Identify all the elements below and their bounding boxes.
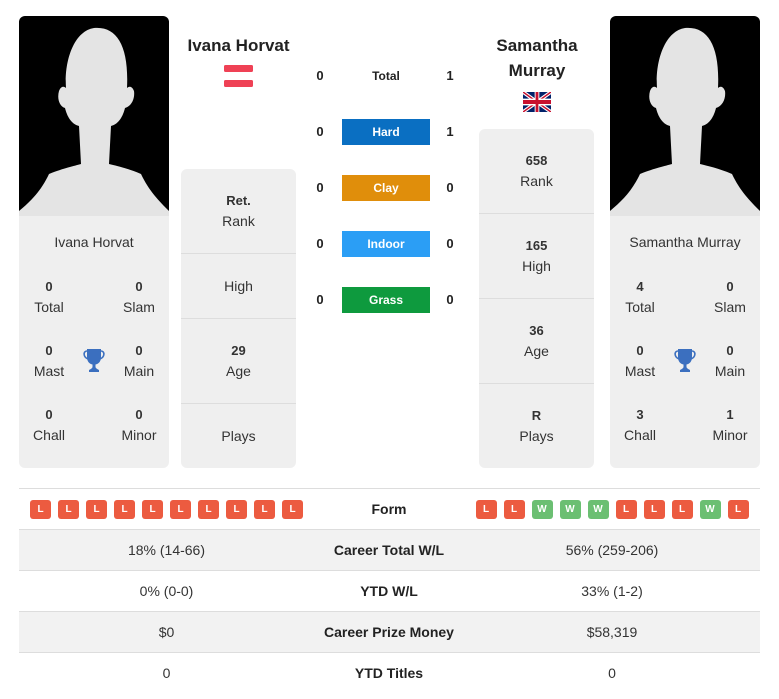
- form-loss-badge[interactable]: L: [226, 499, 247, 519]
- h2h-grass-p2: 0: [446, 292, 454, 307]
- player2-age: 36 Age: [479, 299, 594, 384]
- player2-minor-titles: 1 Minor: [712, 407, 748, 443]
- form-loss-badge[interactable]: L: [30, 499, 51, 519]
- player1-titles-card: Ivana Horvat 0 Total 0 Slam 0 Mast 0 Main 0C…: [19, 216, 169, 468]
- player2-ytd-wl: 33% (1-2): [581, 583, 643, 599]
- player1-main-titles: 0 Main: [123, 343, 155, 379]
- h2h-total-label: Total: [372, 69, 400, 83]
- player1-name-link[interactable]: Ivana Horvat: [175, 33, 302, 58]
- player1-card-name: Ivana Horvat: [54, 234, 134, 250]
- form-label: Form: [371, 501, 407, 517]
- player2-name-link[interactable]: Samantha Murray: [475, 33, 599, 83]
- row-label: YTD Titles: [354, 665, 424, 681]
- comparison-table: LLLLLLLLLL Form LLWWWLLLWL 18% (14-66) C…: [19, 488, 760, 693]
- surface-clay-button[interactable]: Clay: [342, 175, 430, 201]
- form-loss-badge[interactable]: L: [615, 499, 637, 519]
- surface-grass-button[interactable]: Grass: [342, 287, 430, 313]
- h2h-total-row: 0 Total 1: [310, 63, 470, 89]
- form-loss-badge[interactable]: L: [114, 499, 135, 519]
- player1-age: 29 Age: [181, 319, 296, 404]
- h2h-clay-p1: 0: [316, 180, 324, 195]
- player2-slam-titles: 0 Slam: [714, 279, 746, 315]
- row-label: YTD W/L: [360, 583, 418, 599]
- player2-plays: R Plays: [519, 408, 554, 444]
- player1-form: LLLLLLLLLL: [19, 499, 314, 519]
- player2-photo: [610, 16, 760, 216]
- h2h-clay-row: 0 Clay 0: [310, 175, 470, 201]
- row-label: Career Prize Money: [324, 624, 454, 640]
- player2-name-text[interactable]: Samantha Murray: [496, 36, 577, 80]
- player2-high: 165 High: [479, 214, 594, 299]
- player2-career-wl: 56% (259-206): [565, 542, 659, 558]
- player1-slam-titles: 0 Slam: [123, 279, 155, 315]
- player2-rank-panel: 658 Rank 165 High 36 Age R Plays: [479, 129, 594, 468]
- player1-ytd-titles: 0: [162, 665, 171, 681]
- form-loss-badge[interactable]: L: [170, 499, 191, 519]
- player2-rank: 658 Rank: [479, 129, 594, 214]
- uk-flag-icon: [523, 92, 551, 112]
- player1-prize-money: $0: [158, 624, 175, 640]
- h2h-indoor-p2: 0: [446, 236, 454, 251]
- h2h-total-p1: 0: [316, 68, 324, 83]
- h2h-hard-row: 0 Hard 1: [310, 119, 470, 145]
- trophy-icon: [674, 349, 696, 372]
- h2h-total-p2: 1: [446, 68, 454, 83]
- player2-mast-titles: 0 Mast: [624, 343, 656, 379]
- h2h-hard-p1: 0: [316, 124, 324, 139]
- surface-hard-button[interactable]: Hard: [342, 119, 430, 145]
- form-loss-badge[interactable]: L: [198, 499, 219, 519]
- silhouette-icon: [610, 27, 760, 216]
- row-label: Career Total W/L: [333, 542, 445, 558]
- form-loss-badge[interactable]: L: [643, 499, 665, 519]
- player2-prize-money: $58,319: [586, 624, 638, 640]
- form-win-badge[interactable]: W: [699, 499, 721, 519]
- table-row: $0 Career Prize Money $58,319: [19, 611, 760, 652]
- form-loss-badge[interactable]: L: [282, 499, 303, 519]
- player1-plays: Plays: [221, 428, 256, 444]
- form-loss-badge[interactable]: L: [671, 499, 693, 519]
- player2-form: LLWWWLLLWL: [464, 499, 760, 519]
- player2-total-titles: 4 Total: [625, 279, 655, 315]
- player2-titles-card: Samantha Murray 4 Total 0 Slam 0 Mast 0 Main…: [610, 216, 760, 468]
- player1-ytd-wl: 0% (0-0): [139, 583, 194, 599]
- h2h-indoor-p1: 0: [316, 236, 324, 251]
- trophy-icon: [83, 349, 105, 372]
- form-loss-badge[interactable]: L: [475, 499, 497, 519]
- player1-career-wl: 18% (14-66): [127, 542, 206, 558]
- h2h-hard-p2: 1: [446, 124, 454, 139]
- player2-ytd-titles: 0: [608, 665, 616, 681]
- table-row: 18% (14-66) Career Total W/L 56% (259-20…: [19, 529, 760, 570]
- form-loss-badge[interactable]: L: [86, 499, 107, 519]
- form-win-badge[interactable]: W: [587, 499, 609, 519]
- player1-photo: [19, 16, 169, 216]
- surface-indoor-button[interactable]: Indoor: [342, 231, 430, 257]
- player2-main-titles: 0 Main: [714, 343, 746, 379]
- player1-minor-titles: 0 Minor: [121, 407, 157, 443]
- h2h-indoor-row: 0 Indoor 0: [310, 231, 470, 257]
- form-win-badge[interactable]: W: [559, 499, 581, 519]
- table-row: 0 YTD Titles 0: [19, 652, 760, 693]
- player1-chall-titles: 0 Chall: [33, 407, 65, 443]
- form-loss-badge[interactable]: L: [142, 499, 163, 519]
- player1-rank-panel: Ret. Rank High 29 Age Plays: [181, 169, 296, 468]
- h2h-grass-p1: 0: [316, 292, 324, 307]
- form-loss-badge[interactable]: L: [58, 499, 79, 519]
- player1-mast-titles: 0 Mast: [33, 343, 65, 379]
- form-loss-badge[interactable]: L: [254, 499, 275, 519]
- player2-chall-titles: 3 Chall: [624, 407, 656, 443]
- h2h-grass-row: 0 Grass 0: [310, 287, 470, 313]
- h2h-clay-p2: 0: [446, 180, 454, 195]
- silhouette-icon: [19, 27, 169, 216]
- form-row: LLLLLLLLLL Form LLWWWLLLWL: [19, 488, 760, 529]
- player1-high: High: [181, 254, 296, 319]
- form-loss-badge[interactable]: L: [503, 499, 525, 519]
- player1-total-titles: 0 Total: [34, 279, 64, 315]
- austria-flag-icon: [224, 65, 253, 87]
- table-row: 0% (0-0) YTD W/L 33% (1-2): [19, 570, 760, 611]
- player1-rank: Ret. Rank: [181, 169, 296, 254]
- form-win-badge[interactable]: W: [531, 499, 553, 519]
- player2-card-name: Samantha Murray: [629, 234, 741, 250]
- form-loss-badge[interactable]: L: [727, 499, 749, 519]
